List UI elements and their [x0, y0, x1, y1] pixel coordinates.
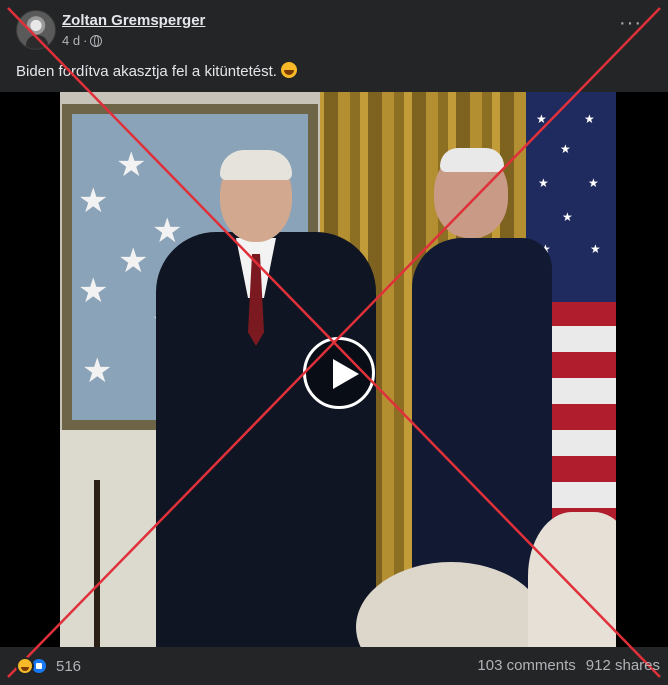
video-player[interactable]: ★ ★ ★ ★ ★ ★ ★ ★ ★ ★ ★ ★ ★ ★ ★ — [0, 92, 668, 647]
star-shape: ★ — [590, 242, 601, 256]
post-meta: 4 d · — [62, 33, 103, 48]
hair — [220, 150, 292, 180]
reaction-count[interactable]: 516 — [56, 658, 81, 675]
audience-head — [528, 512, 616, 647]
star-shape: ★ — [560, 142, 571, 156]
avatar[interactable] — [16, 10, 56, 50]
star-shape: ★ — [152, 212, 183, 250]
more-icon[interactable]: ··· — [619, 13, 642, 33]
play-button[interactable] — [303, 337, 375, 409]
play-icon — [333, 359, 359, 389]
comments-count[interactable]: 103 comments — [477, 657, 575, 674]
post-header: Zoltan Gremsperger 4 d · ··· — [0, 0, 668, 58]
star-shape: ★ — [562, 210, 573, 224]
easel-leg — [94, 480, 100, 647]
star-shape: ★ — [78, 182, 109, 220]
haha-icon — [16, 657, 34, 675]
star-shape: ★ — [82, 352, 113, 390]
meta-separator: · — [83, 33, 88, 48]
star-shape: ★ — [584, 112, 595, 126]
caption-text: Biden fordítva akasztja fel a kitüntetés… — [16, 63, 277, 80]
post-caption: Biden fordítva akasztja fel a kitüntetés… — [16, 62, 297, 80]
laughing-face-icon — [280, 62, 297, 78]
star-shape: ★ — [78, 272, 109, 310]
globe-icon[interactable] — [90, 34, 103, 47]
post-footer: 516 103 comments 912 shares — [0, 647, 668, 685]
star-shape: ★ — [116, 146, 147, 184]
person-recipient — [156, 232, 376, 647]
star-shape: ★ — [538, 176, 549, 190]
post-stats: 103 comments 912 shares — [477, 657, 660, 674]
author-name[interactable]: Zoltan Gremsperger — [62, 12, 205, 29]
star-shape: ★ — [118, 242, 149, 280]
star-shape: ★ — [536, 112, 547, 126]
star-shape: ★ — [588, 176, 599, 190]
shares-count[interactable]: 912 shares — [586, 657, 660, 674]
reactions-summary[interactable]: 516 — [16, 657, 81, 675]
hair — [440, 148, 504, 172]
post-time[interactable]: 4 d — [62, 33, 80, 48]
